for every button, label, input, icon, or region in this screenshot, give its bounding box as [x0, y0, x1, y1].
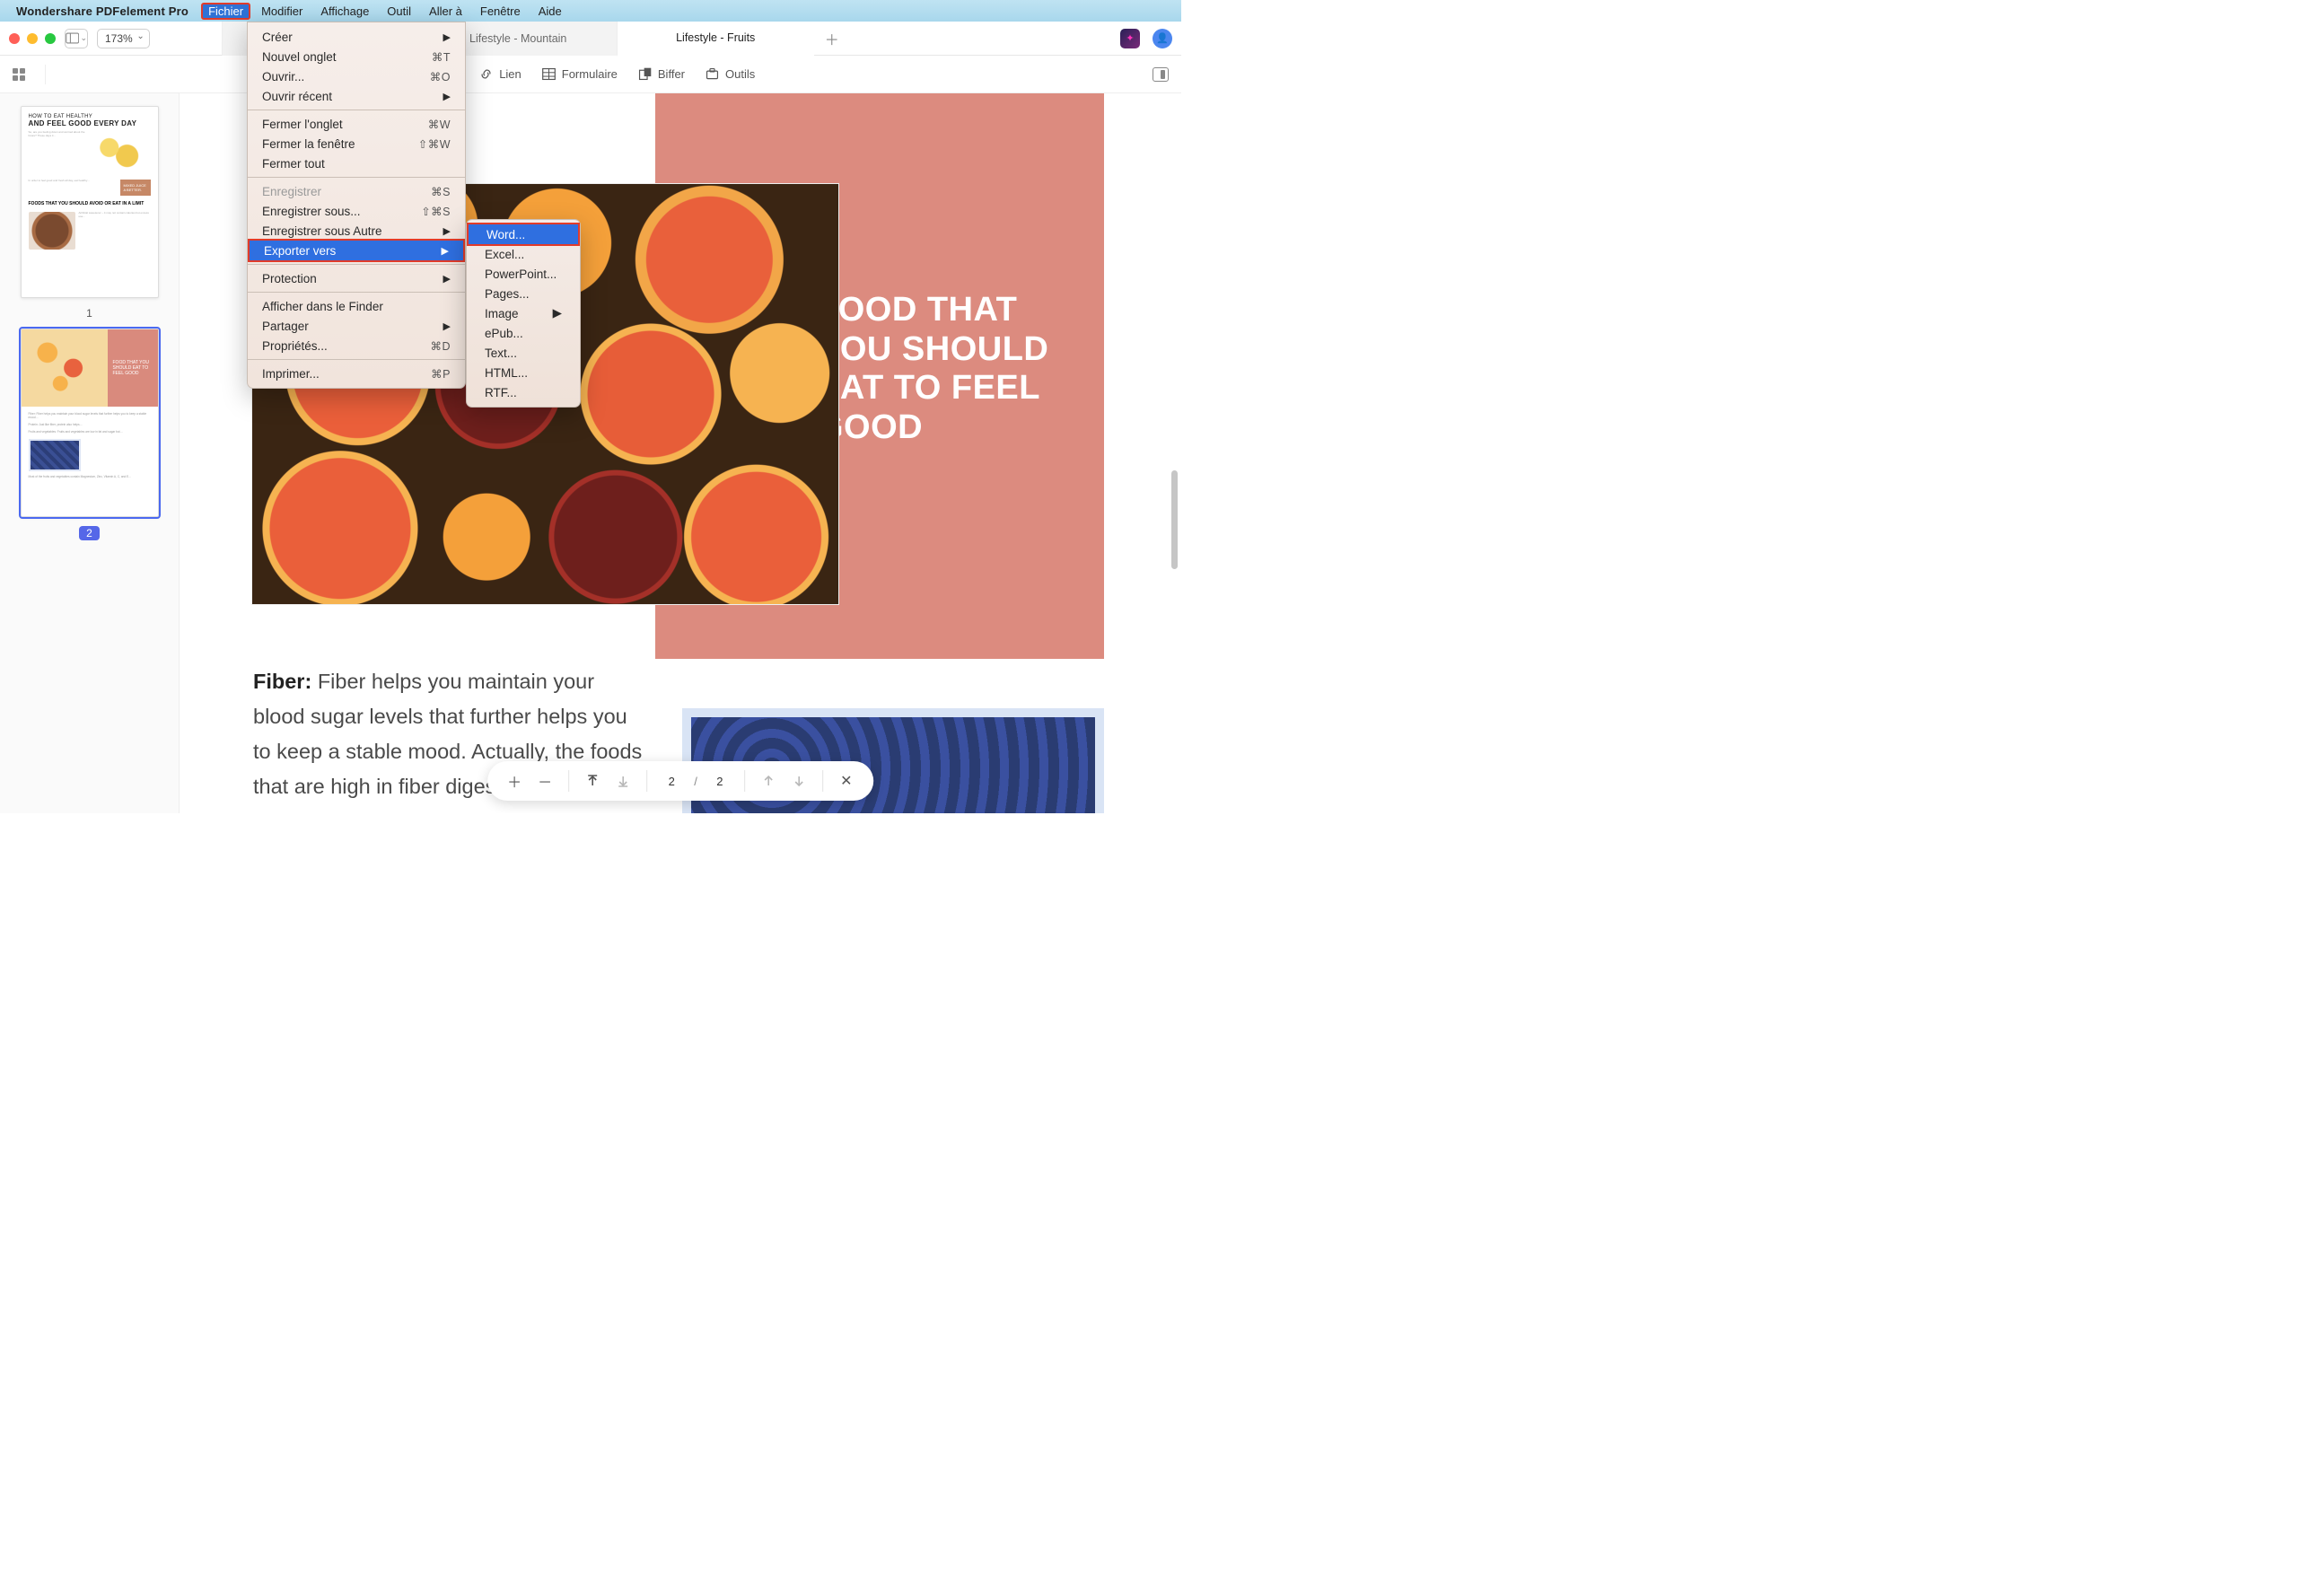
- thumb2-page-number: 2: [79, 526, 100, 540]
- minimize-window-button[interactable]: [27, 33, 38, 44]
- hero-title: FOOD THAT YOU SHOULD EAT TO FEEL GOOD: [817, 291, 1050, 448]
- thumb2-image: [22, 329, 108, 407]
- tool-biffer[interactable]: Biffer: [637, 66, 685, 82]
- tool-outils[interactable]: Outils: [705, 66, 755, 82]
- menu-item-enregistrer-sous[interactable]: Enregistrer sous...⇧⌘S: [248, 201, 465, 221]
- menu-item-ouvrir-recent[interactable]: Ouvrir récent▶: [248, 86, 465, 106]
- zoom-in-button[interactable]: ＋: [502, 768, 527, 794]
- menu-item-fermer-tout[interactable]: Fermer tout: [248, 153, 465, 173]
- menu-aide[interactable]: Aide: [531, 3, 569, 20]
- menu-item-ouvrir[interactable]: Ouvrir...⌘O: [248, 66, 465, 86]
- export-text[interactable]: Text...: [467, 343, 580, 363]
- menu-outil[interactable]: Outil: [380, 3, 418, 20]
- scrollbar-thumb[interactable]: [1171, 470, 1178, 569]
- thumbnail-page-2[interactable]: FOOD THAT YOU SHOULD EAT TO FEEL GOOD Fi…: [21, 329, 159, 517]
- menu-item-proprietes[interactable]: Propriétés...⌘D: [248, 336, 465, 355]
- first-page-button[interactable]: [580, 768, 605, 794]
- file-menu-dropdown: Créer▶ Nouvel onglet⌘T Ouvrir...⌘O Ouvri…: [247, 22, 466, 389]
- menu-item-nouvel-onglet[interactable]: Nouvel onglet⌘T: [248, 47, 465, 66]
- thumb2-blueberries: [29, 439, 81, 471]
- menu-affichage[interactable]: Affichage: [313, 3, 376, 20]
- close-navpill-button[interactable]: ✕: [834, 768, 859, 794]
- system-menubar: Wondershare PDFelement Pro Fichier Modif…: [0, 0, 1181, 22]
- thumb1-subhead: FOODS THAT YOU SHOULD AVOID OR EAT IN A …: [22, 199, 158, 208]
- menu-item-creer[interactable]: Créer▶: [248, 27, 465, 47]
- thumb1-page-number: 1: [86, 307, 92, 320]
- grid-view-icon[interactable]: [13, 68, 25, 81]
- next-page-button[interactable]: [786, 768, 811, 794]
- menu-item-protection[interactable]: Protection▶: [248, 268, 465, 288]
- thumbnail-page-1[interactable]: HOW TO EAT HEALTHY AND FEEL GOOD EVERY D…: [21, 106, 159, 298]
- export-epub[interactable]: ePub...: [467, 323, 580, 343]
- export-rtf[interactable]: RTF...: [467, 382, 580, 402]
- export-submenu: Word... Excel... PowerPoint... Pages... …: [466, 219, 581, 408]
- maximize-window-button[interactable]: [45, 33, 56, 44]
- menu-item-imprimer[interactable]: Imprimer...⌘P: [248, 364, 465, 383]
- current-page-field[interactable]: 2: [658, 775, 685, 788]
- export-powerpoint[interactable]: PowerPoint...: [467, 264, 580, 284]
- menu-item-enregistrer: Enregistrer⌘S: [248, 181, 465, 201]
- export-image[interactable]: Image▶: [467, 303, 580, 323]
- app-logo-icon[interactable]: ✦: [1120, 29, 1140, 48]
- prev-page-button[interactable]: [756, 768, 781, 794]
- export-excel[interactable]: Excel...: [467, 244, 580, 264]
- editor-toolbar: ons A Texte Image Lien Formulaire Biffer…: [0, 56, 1181, 93]
- menu-item-exporter-vers[interactable]: Exporter vers▶: [248, 239, 465, 262]
- export-word[interactable]: Word...: [467, 223, 580, 246]
- app-name[interactable]: Wondershare PDFelement Pro: [16, 4, 188, 18]
- tab-lifestyle-fruits[interactable]: Lifestyle - Fruits: [617, 22, 814, 57]
- menu-fichier[interactable]: Fichier: [201, 3, 250, 20]
- total-pages: 2: [706, 775, 733, 788]
- thumb2-hero-box: FOOD THAT YOU SHOULD EAT TO FEEL GOOD: [108, 329, 158, 407]
- menu-item-enregistrer-sous-autre[interactable]: Enregistrer sous Autre▶: [248, 221, 465, 241]
- new-tab-button[interactable]: ＋: [814, 22, 850, 56]
- export-pages[interactable]: Pages...: [467, 284, 580, 303]
- export-html[interactable]: HTML...: [467, 363, 580, 382]
- menu-item-partager[interactable]: Partager▶: [248, 316, 465, 336]
- menu-modifier[interactable]: Modifier: [254, 3, 310, 20]
- thumb1-badge: MIXED JUICE A BETTER.: [120, 180, 151, 196]
- menu-item-fermer-onglet[interactable]: Fermer l'onglet⌘W: [248, 114, 465, 134]
- menu-item-fermer-fenetre[interactable]: Fermer la fenêtre⇧⌘W: [248, 134, 465, 153]
- last-page-button[interactable]: [610, 768, 635, 794]
- menu-item-afficher-finder[interactable]: Afficher dans le Finder: [248, 296, 465, 316]
- right-panel-toggle[interactable]: [1153, 67, 1169, 82]
- zoom-value: 173%: [105, 32, 133, 45]
- window-titlebar: ⌄ 173% e plan Lifestyle - Mountain Lifes…: [0, 22, 1181, 56]
- tool-formulaire[interactable]: Formulaire: [541, 66, 618, 82]
- zoom-out-button[interactable]: －: [532, 768, 557, 794]
- app-window: ⌄ 173% e plan Lifestyle - Mountain Lifes…: [0, 22, 1181, 813]
- vertical-scrollbar[interactable]: [1169, 93, 1179, 813]
- user-avatar[interactable]: 👤: [1153, 29, 1172, 48]
- zoom-select[interactable]: 173%: [97, 29, 150, 48]
- menu-fenetre[interactable]: Fenêtre: [473, 3, 528, 20]
- close-window-button[interactable]: [9, 33, 20, 44]
- page-separator: /: [690, 775, 701, 788]
- page-thumbnails-panel: HOW TO EAT HEALTHY AND FEEL GOOD EVERY D…: [0, 93, 180, 813]
- menu-aller-a[interactable]: Aller à: [422, 3, 469, 20]
- tool-lien[interactable]: Lien: [478, 66, 522, 82]
- sidebar-toggle-button[interactable]: ⌄: [65, 29, 88, 48]
- window-controls: [9, 33, 56, 44]
- page-nav-pill: ＋ － 2 / 2: [487, 761, 873, 801]
